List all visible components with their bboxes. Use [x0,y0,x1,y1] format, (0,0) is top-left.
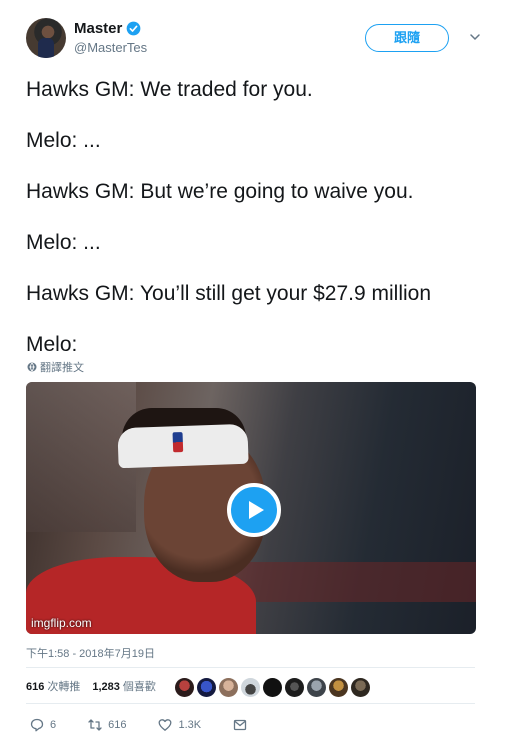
like-action-count: 1.3K [178,719,202,731]
chevron-down-icon[interactable] [469,31,481,43]
like-label: 個喜歡 [122,681,156,693]
display-name-text[interactable]: Master [74,20,122,37]
liker-avatar[interactable] [219,678,238,697]
tweet-line: Melo: [26,333,78,356]
retweet-icon [88,719,102,731]
tweet-actions: 6 616 1.3K [30,718,279,732]
liker-avatars [175,678,370,697]
translate-label[interactable]: 翻譯推文 [40,359,84,375]
direct-message-button[interactable] [233,718,247,732]
like-stat[interactable]: 1,283 個喜歡 [92,678,156,694]
like-button[interactable]: 1.3K [158,718,201,732]
liker-avatar[interactable] [175,678,194,697]
retweet-action-count: 616 [108,719,127,731]
tweet-line: Melo: ... [26,129,101,152]
like-count[interactable]: 1,283 [92,681,120,693]
display-name[interactable]: Master [74,20,141,37]
tweet-line: Hawks GM: But we’re going to waive you. [26,180,414,203]
imgflip-watermark: imgflip.com [31,616,92,630]
liker-avatar[interactable] [285,678,304,697]
liker-avatar[interactable] [263,678,282,697]
divider [26,703,475,704]
envelope-icon [233,719,247,731]
tweet-line: Melo: ... [26,231,101,254]
follow-button[interactable]: 跟隨 [365,24,449,52]
video-player[interactable]: imgflip.com [26,382,476,634]
reply-button[interactable]: 6 [30,718,56,732]
play-button[interactable] [227,483,281,537]
liker-avatar[interactable] [329,678,348,697]
liker-avatar[interactable] [351,678,370,697]
avatar[interactable] [26,18,66,58]
tweet-header: Master @MasterTes 跟隨 [26,18,485,60]
translate-tweet-link[interactable]: 翻譯推文 [27,359,84,375]
verified-badge-icon [126,21,141,36]
retweet-count[interactable]: 616 [26,681,44,693]
tweet-line: Hawks GM: We traded for you. [26,78,313,101]
play-icon [249,501,264,519]
author-names: Master @MasterTes [74,20,147,55]
tweet-line: Hawks GM: You’ll still get your $27.9 mi… [26,282,432,305]
divider [26,667,475,668]
video-frame-headband [117,423,249,469]
tweet-timestamp[interactable]: 下午1:58 - 2018年7月19日 [26,645,155,661]
heart-icon [159,719,172,731]
retweet-label: 次轉推 [47,681,81,693]
retweet-stat[interactable]: 616 次轉推 [26,678,80,694]
globe-icon [27,362,37,372]
retweet-button[interactable]: 616 [88,718,126,732]
reply-icon [30,718,44,732]
tweet-stats: 616 次轉推 1,283 個喜歡 [26,678,168,694]
author-handle[interactable]: @MasterTes [74,40,147,55]
liker-avatar[interactable] [197,678,216,697]
reply-count: 6 [50,719,57,731]
liker-avatar[interactable] [241,678,260,697]
tweet-text: Hawks GM: We traded for you. Melo: ... H… [26,64,485,370]
liker-avatar[interactable] [307,678,326,697]
